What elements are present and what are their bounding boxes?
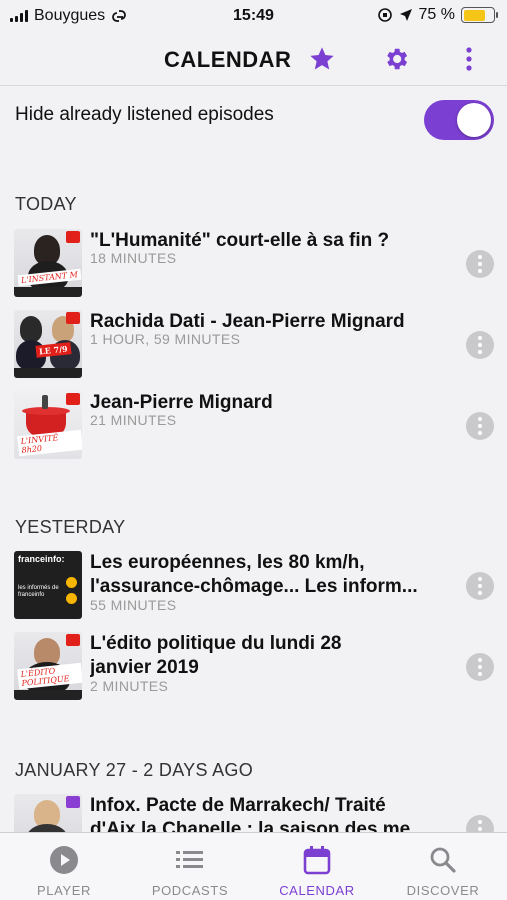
- battery-fill: [463, 9, 486, 21]
- hide-listened-label: Hide already listened episodes: [15, 104, 274, 125]
- battery-percent: 75 %: [418, 6, 455, 23]
- more-options-button[interactable]: [454, 44, 484, 74]
- tab-label: CALENDAR: [279, 883, 355, 898]
- toggle-knob: [457, 103, 491, 137]
- calendar-icon: [302, 845, 332, 875]
- episode-more-button[interactable]: [466, 250, 494, 278]
- orientation-lock-icon: [377, 8, 392, 22]
- gear-icon: [387, 48, 408, 70]
- episode-title-line: Infox. Pacte de Marrakech/ Traité: [90, 795, 386, 816]
- tab-calendar[interactable]: CALENDAR: [254, 833, 380, 900]
- hide-listened-toggle[interactable]: [424, 100, 494, 140]
- artwork-label: L'INVITÉ 8h20: [17, 429, 82, 457]
- episode-artwork: franceinfo: les informés de franceinfo: [14, 551, 82, 619]
- settings-button[interactable]: [381, 44, 411, 74]
- battery-icon: [461, 7, 498, 23]
- section-header-yesterday: YESTERDAY: [15, 517, 126, 537]
- status-bar: Bouygues 15:49 75 %: [0, 0, 507, 32]
- play-icon: [49, 845, 79, 875]
- episode-title-line: janvier 2019: [90, 657, 199, 678]
- episode-row[interactable]: L'ÉDITO POLITIQUE L'édito politique du l…: [0, 632, 507, 712]
- section-header-jan27: JANUARY 27 - 2 DAYS AGO: [15, 760, 253, 780]
- artwork-label: franceinfo:: [18, 554, 65, 564]
- episode-more-button[interactable]: [466, 572, 494, 600]
- episode-more-button[interactable]: [466, 412, 494, 440]
- episode-title-line: l'assurance-chômage... Les inform...: [90, 576, 418, 597]
- episode-more-button[interactable]: [466, 331, 494, 359]
- tab-player[interactable]: PLAYER: [1, 833, 127, 900]
- episode-row[interactable]: franceinfo: les informés de franceinfo L…: [0, 551, 507, 631]
- location-icon: [399, 9, 412, 21]
- episode-row[interactable]: L'INVITÉ 8h20 Jean-Pierre Mignard 21 MIN…: [0, 391, 507, 471]
- episode-title: Les européennes, les 80 km/h, l'assuranc…: [90, 551, 450, 599]
- tab-label: PODCASTS: [151, 883, 229, 898]
- search-icon: [428, 845, 458, 875]
- episode-title-line: Les européennes, les 80 km/h,: [90, 552, 365, 573]
- episode-row[interactable]: L'INSTANT M "L'Humanité" court-elle à sa…: [0, 229, 507, 309]
- status-right: 75 %: [377, 6, 498, 24]
- star-icon: [310, 47, 334, 70]
- episode-row[interactable]: LE 7/9 Rachida Dati - Jean-Pierre Mignar…: [0, 310, 507, 390]
- tab-label: PLAYER: [37, 883, 91, 898]
- episode-title-line: L'édito politique du lundi 28: [90, 633, 342, 654]
- page-title: CALENDAR: [164, 47, 292, 72]
- episode-duration: 1 HOUR, 59 MINUTES: [90, 331, 241, 347]
- more-vertical-icon: [466, 47, 472, 71]
- favorites-button[interactable]: [307, 44, 337, 74]
- episode-title: L'édito politique du lundi 28 janvier 20…: [90, 632, 450, 680]
- episode-duration: 2 MINUTES: [90, 678, 169, 694]
- artwork-label: L'ÉDITO POLITIQUE: [17, 662, 82, 690]
- episode-artwork: L'INSTANT M: [14, 229, 82, 297]
- section-header-today: TODAY: [15, 194, 77, 214]
- episode-artwork: LE 7/9: [14, 310, 82, 378]
- episode-duration: 21 MINUTES: [90, 412, 177, 428]
- episode-duration: 55 MINUTES: [90, 597, 177, 613]
- tab-bar: PLAYER PODCASTS CALENDAR DISCOVER: [0, 832, 507, 900]
- episode-artwork: L'INVITÉ 8h20: [14, 391, 82, 459]
- header: CALENDAR: [0, 32, 507, 86]
- episode-duration: 18 MINUTES: [90, 250, 177, 266]
- tab-label: DISCOVER: [406, 883, 480, 898]
- hide-listened-row: Hide already listened episodes: [0, 96, 507, 148]
- episode-more-button[interactable]: [466, 653, 494, 681]
- tab-podcasts[interactable]: PODCASTS: [127, 833, 253, 900]
- list-icon: [175, 845, 205, 875]
- episode-artwork: L'ÉDITO POLITIQUE: [14, 632, 82, 700]
- tab-discover[interactable]: DISCOVER: [380, 833, 506, 900]
